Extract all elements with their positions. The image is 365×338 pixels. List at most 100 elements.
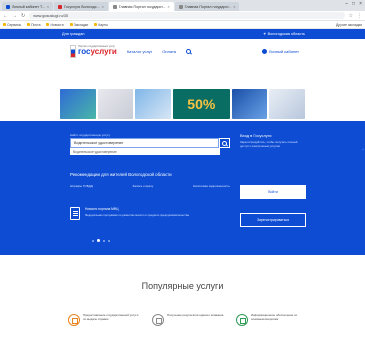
- service-label: Получение результатов единого экзамена: [167, 313, 224, 317]
- browser-tab[interactable]: Личный кабинет Т... ×: [2, 2, 53, 11]
- bookmark-icon: [94, 23, 98, 26]
- minimize-icon[interactable]: –: [345, 1, 348, 7]
- login-card-title: Вход в Госуслуги: [240, 133, 272, 138]
- close-tab-icon[interactable]: ×: [233, 5, 235, 9]
- back-icon[interactable]: ←: [3, 13, 8, 19]
- search-icon[interactable]: [186, 48, 192, 54]
- logo-wordmark: госуслуги: [78, 48, 117, 56]
- bookmark-item[interactable]: Сервисы: [3, 23, 21, 27]
- service-search: Найти государственную услугу Водительско…: [70, 133, 230, 155]
- logo-text: Портал государственных услуг госуслуги: [78, 45, 117, 57]
- carousel-dot[interactable]: [108, 239, 110, 242]
- region-label: Вологодская область: [267, 32, 305, 36]
- document-icon: [70, 207, 80, 220]
- site-header: Портал государственных услуг госуслуги К…: [0, 39, 365, 63]
- tab-label: Госуслуги Вологодс...: [63, 4, 100, 9]
- address-bar: ← → ↻ www.gosuslugi.ru/35 ☆ ⋮: [0, 11, 365, 21]
- service-item[interactable]: Информационное обеспечение по основным в…: [236, 313, 308, 326]
- browser-tab[interactable]: Главная Портал государст... ×: [174, 2, 240, 11]
- favicon-icon: [6, 4, 10, 9]
- popular-services-title: Популярные услуги: [141, 281, 224, 291]
- close-window-icon[interactable]: ×: [359, 1, 362, 7]
- audience-selector[interactable]: Для граждан: [62, 32, 84, 36]
- login-label: Личный кабинет: [268, 48, 299, 54]
- bookmark-icon: [69, 23, 73, 26]
- login-link[interactable]: Личный кабинет: [261, 48, 299, 54]
- bookmark-label: Закладки: [73, 22, 89, 27]
- region-selector[interactable]: ⌖ Вологодская область: [263, 32, 305, 36]
- promo-tile[interactable]: [60, 89, 96, 119]
- search-input[interactable]: Водительское удостоверение: [70, 138, 219, 148]
- user-icon: [261, 48, 267, 54]
- logo-part-blue: гос: [78, 47, 91, 57]
- bookmark-item[interactable]: Почта: [27, 23, 40, 27]
- document-icon: [68, 314, 80, 326]
- promo-tile[interactable]: [97, 89, 134, 119]
- favicon-icon: [112, 4, 117, 9]
- favicon-icon: [57, 4, 62, 9]
- bookmark-item[interactable]: Карты: [94, 23, 108, 27]
- bookmark-icon: [46, 23, 50, 26]
- search-icon: [222, 140, 227, 146]
- login-card: Вход в Госуслуги Зарегистрируйтесь, чтоб…: [240, 133, 306, 149]
- address-actions: ☆ ⋮: [349, 13, 362, 19]
- bookmark-label: Другие закладки: [336, 22, 362, 27]
- star-icon[interactable]: ☆: [349, 13, 353, 19]
- menu-icon[interactable]: ⋮: [357, 13, 362, 19]
- other-bookmarks[interactable]: Другие закладки: [336, 23, 362, 27]
- bookmark-label: Новости: [50, 22, 64, 27]
- maximize-icon[interactable]: □: [352, 1, 355, 7]
- news-title: Новости портала МФЦ: [85, 207, 119, 211]
- carousel-dot-active[interactable]: [97, 239, 100, 242]
- location-icon: ⌖: [263, 32, 266, 36]
- reload-icon[interactable]: ↻: [21, 13, 25, 19]
- search-button[interactable]: [219, 138, 230, 148]
- bookmarks-bar: Сервисы Почта Новости Закладки Карты Дру…: [0, 21, 365, 29]
- close-tab-icon[interactable]: ×: [168, 5, 170, 9]
- promo-tile[interactable]: [231, 89, 268, 119]
- tab-label: Главная Портал государст...: [184, 4, 232, 9]
- tab-label: Личный кабинет Т...: [12, 4, 45, 9]
- search-suggestion[interactable]: Водительское удостоверение: [70, 148, 220, 155]
- promo-tile[interactable]: [269, 89, 306, 119]
- url-input[interactable]: www.gosuslugi.ru/35: [29, 12, 345, 19]
- browser-tab[interactable]: Госуслуги Вологодс... ×: [53, 2, 108, 11]
- recommendation-links: Штрафы ГИБДД Запись к врачу Налоговая за…: [70, 184, 230, 188]
- bookmark-label: Карты: [98, 22, 108, 27]
- news-item[interactable]: Новости портала МФЦ Федеральная программ…: [70, 207, 230, 220]
- bookmark-item[interactable]: Новости: [46, 22, 64, 27]
- bookmark-item[interactable]: Закладки: [69, 22, 89, 27]
- service-item[interactable]: Получение результатов единого экзамена: [152, 313, 224, 326]
- browser-tab-active[interactable]: Главная Портал государст... ×: [108, 2, 174, 11]
- nav-payment[interactable]: Оплата: [162, 49, 176, 54]
- search-row: Водительское удостоверение: [70, 138, 230, 148]
- popular-services-list: Предоставление государственной услуги по…: [68, 313, 308, 326]
- promo-tile[interactable]: [135, 89, 171, 119]
- sale-percent: 50%: [187, 96, 216, 112]
- login-button[interactable]: Войти: [240, 185, 306, 199]
- rec-link[interactable]: Налоговая задолженность: [193, 184, 230, 188]
- news-text: Новости портала МФЦ Федеральная программ…: [85, 207, 189, 217]
- promo-banner: 50%: [60, 88, 306, 120]
- gosuslugi-logo[interactable]: Портал государственных услуг госуслуги: [70, 44, 117, 58]
- rec-link[interactable]: Запись к врачу: [133, 184, 154, 188]
- building-icon: [152, 314, 164, 326]
- carousel-dot[interactable]: [103, 239, 105, 242]
- service-label: Предоставление государственной услуги по…: [83, 313, 139, 321]
- promo-sale-tile[interactable]: 50%: [172, 89, 230, 119]
- close-tab-icon[interactable]: ×: [102, 5, 104, 9]
- rec-link[interactable]: Штрафы ГИБДД: [70, 184, 93, 188]
- close-tab-icon[interactable]: ×: [47, 5, 49, 9]
- register-button[interactable]: Зарегистрироваться: [240, 213, 306, 227]
- window-controls: – □ ×: [345, 1, 362, 7]
- recommendations-title: Рекомендации для жителей Вологодской обл…: [70, 172, 172, 177]
- carousel-dot[interactable]: [92, 239, 94, 242]
- favicon-icon: [178, 4, 183, 9]
- nav-catalog[interactable]: Каталог услуг: [127, 49, 152, 54]
- browser-tab-bar: Личный кабинет Т... × Госуслуги Вологодс…: [0, 0, 365, 11]
- service-item[interactable]: Предоставление государственной услуги по…: [68, 313, 140, 326]
- login-card-description: Зарегистрируйтесь, чтобы получить полный…: [240, 140, 298, 148]
- forward-icon[interactable]: →: [12, 13, 17, 19]
- feedback-tab[interactable]: ‹: [361, 144, 365, 153]
- site-top-strip: Для граждан ⌖ Вологодская область: [0, 29, 365, 39]
